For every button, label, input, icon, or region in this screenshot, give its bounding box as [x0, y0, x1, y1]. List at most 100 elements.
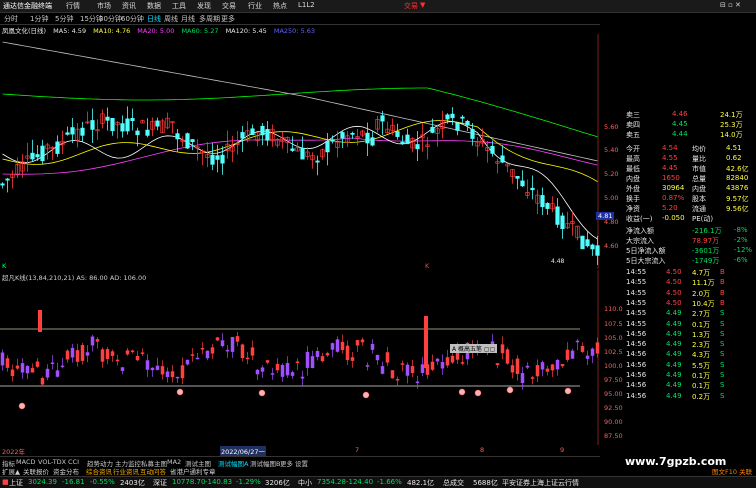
- candle: [140, 119, 145, 124]
- trade-menu-arrow[interactable]: ▼: [420, 1, 425, 9]
- tab-extension[interactable]: 综合资讯: [86, 466, 112, 476]
- window-controls[interactable]: ⊟ ▫ ✕: [720, 1, 741, 9]
- osc-bar: [340, 341, 345, 351]
- tab-period-active[interactable]: 日线: [147, 14, 161, 24]
- osc-spike: [38, 310, 42, 332]
- candle: [115, 121, 120, 139]
- candle: [515, 176, 520, 190]
- tick-side: S: [720, 371, 725, 379]
- menu-item-market[interactable]: 市场: [97, 1, 111, 11]
- tab-extension[interactable]: 互动问答: [140, 466, 166, 476]
- candle-body: [55, 141, 60, 154]
- candle: [475, 137, 480, 157]
- tab-period[interactable]: 更多: [221, 14, 235, 24]
- tab-period[interactable]: 多周期: [199, 14, 220, 24]
- tab-extension[interactable]: 省港户通利专章: [170, 466, 216, 476]
- osc-bar: [230, 337, 235, 352]
- osc-bar: [20, 363, 25, 373]
- osc-bar: [5, 358, 10, 368]
- tab-indicator[interactable]: CCI: [68, 458, 79, 466]
- flow-value: -3601万: [692, 247, 720, 255]
- candle: [155, 117, 160, 131]
- status-bar: ■ 上证 3024.39 -16.81 -0.55% 2403亿 深证 1077…: [0, 476, 756, 488]
- tick-time: 14:55: [626, 288, 647, 297]
- tick-row: 14:56 4.49 2.3万 S: [622, 340, 756, 350]
- tab-period[interactable]: 60分钟: [121, 14, 144, 24]
- osc-bar: [300, 376, 305, 379]
- tab-period[interactable]: 30分钟: [99, 14, 122, 24]
- osc-bar: [185, 359, 190, 365]
- ask-row: 卖三 4.46 24.1万: [626, 110, 743, 119]
- candle: [325, 133, 330, 166]
- candle: [450, 107, 455, 126]
- candle: [485, 140, 490, 163]
- tab-period[interactable]: 周线: [164, 14, 178, 24]
- candle-body: [460, 116, 465, 119]
- candle-body: [580, 235, 585, 250]
- tick-volume: 4.3万: [692, 351, 711, 360]
- tick-row: 14:56 4.49 1.3万 S: [622, 330, 756, 340]
- osc-bar: [140, 352, 145, 354]
- tab-period[interactable]: 月线: [181, 14, 195, 24]
- tab-extension[interactable]: 行业资讯: [113, 466, 139, 476]
- candle: [530, 175, 535, 200]
- tick-time: 14:56: [626, 381, 647, 390]
- tab-extension[interactable]: 扩展▲: [2, 466, 20, 476]
- candle: [370, 131, 375, 147]
- tab-indicator[interactable]: MACD: [16, 458, 35, 466]
- osc-bar: [150, 367, 155, 371]
- osc-bar: [390, 370, 395, 379]
- candle: [570, 210, 575, 236]
- osc-bar: [405, 364, 410, 376]
- tab-period[interactable]: 分时: [4, 14, 18, 24]
- candle: [560, 212, 565, 239]
- osc-bar: [445, 357, 450, 366]
- menu-item-data[interactable]: 数据: [147, 1, 161, 11]
- candlestick-chart[interactable]: [0, 34, 600, 269]
- stat-value: 9.57亿: [726, 195, 749, 203]
- menu-item-news[interactable]: 资讯: [122, 1, 136, 11]
- menu-item-hot[interactable]: 热点: [273, 1, 287, 11]
- oscillator-chart[interactable]: [0, 270, 600, 445]
- menu-item-quotes[interactable]: 行情: [66, 1, 80, 11]
- candle-body: [405, 134, 410, 145]
- tab-extension[interactable]: 资金分布: [53, 466, 79, 476]
- stat-label: 外盘: [626, 185, 640, 193]
- osc-tick: 100.0: [604, 362, 623, 370]
- stat-row: 最高 4.55 量比 0.62: [622, 154, 756, 164]
- tab-indicator[interactable]: MA2: [167, 458, 181, 466]
- tick-row: 14:55 4.49 2.7万 S: [622, 309, 756, 319]
- candle-body: [490, 145, 495, 154]
- menu-item-industry[interactable]: 行业: [248, 1, 262, 11]
- trade-menu-label[interactable]: 交易: [404, 1, 418, 11]
- candle: [125, 106, 130, 135]
- price-tick: 5.00: [604, 194, 619, 202]
- tab-period[interactable]: 5分钟: [55, 14, 73, 24]
- candle: [250, 124, 255, 136]
- candle: [540, 187, 545, 215]
- tab-extension[interactable]: 关联报价: [23, 466, 49, 476]
- candle: [390, 118, 395, 136]
- tick-time: 14:56: [626, 340, 647, 349]
- candle: [405, 128, 410, 145]
- oscillator-tag[interactable]: A 概高五笔 ▢▢: [450, 344, 498, 353]
- menu-item-trade[interactable]: 交易: [222, 1, 236, 11]
- tab-period[interactable]: 1分钟: [30, 14, 48, 24]
- candle: [225, 130, 230, 159]
- candle-body: [80, 127, 85, 136]
- candle-body: [90, 120, 95, 130]
- menu-item-tools[interactable]: 工具: [172, 1, 186, 11]
- tick-price: 4.49: [666, 391, 682, 400]
- stat-value: 43876: [726, 184, 749, 192]
- candle-body: [590, 244, 595, 250]
- osc-bar: [95, 339, 100, 342]
- menu-item-discover[interactable]: 发现: [197, 1, 211, 11]
- tab-indicator[interactable]: VOL-TDX: [38, 458, 66, 466]
- stat-label: 流通: [692, 205, 706, 213]
- candle-body: [330, 139, 335, 142]
- osc-bar: [120, 367, 125, 371]
- tick-side: S: [720, 350, 725, 359]
- candle: [535, 189, 540, 215]
- tick-time: 14:56: [626, 391, 647, 400]
- menu-item-l1l2[interactable]: L1L2: [298, 1, 315, 9]
